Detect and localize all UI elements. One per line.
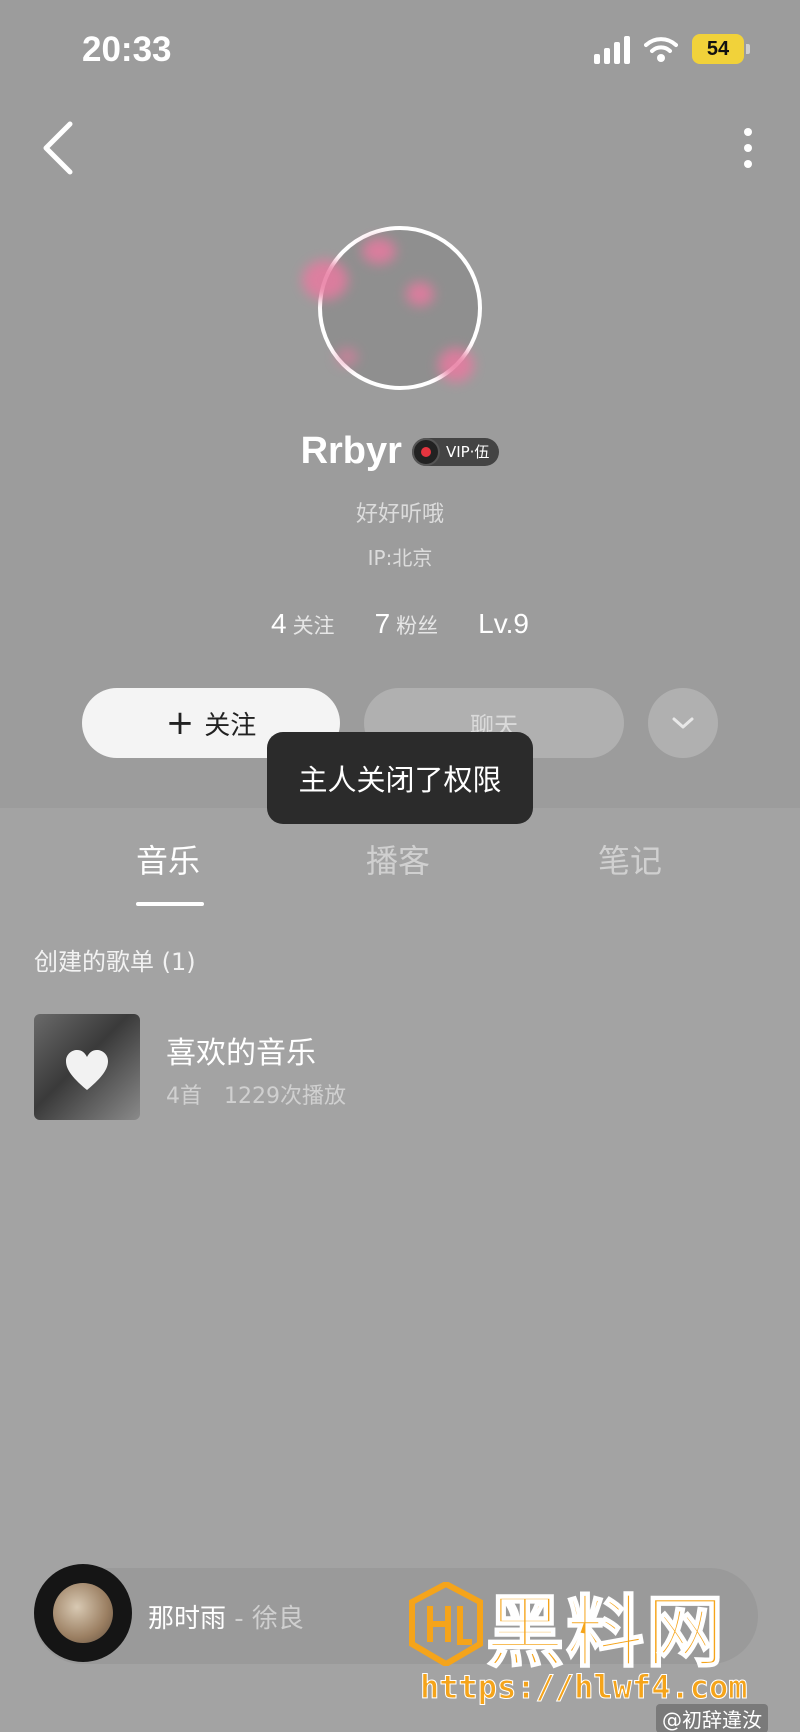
- watermark-title: 黑料网: [485, 1587, 727, 1679]
- now-playing: 那时雨 - 徐良: [148, 1598, 304, 1635]
- stat-label: 粉丝: [396, 614, 439, 638]
- tab-music[interactable]: 音乐: [136, 836, 200, 882]
- vip-badge[interactable]: VIP·伍: [411, 437, 500, 466]
- back-arrow-icon[interactable]: [36, 118, 84, 178]
- battery-indicator: 54: [692, 34, 750, 64]
- stat-number: Lv.9: [478, 608, 529, 639]
- stat-level[interactable]: Lv.9: [478, 608, 529, 640]
- watermark-url: https://hlwf4.com: [420, 1668, 749, 1707]
- signal-icon: [594, 34, 630, 64]
- song-title: 那时雨: [148, 1604, 227, 1634]
- song-artist: - 徐良: [226, 1604, 304, 1634]
- tab-podcast[interactable]: 播客: [366, 836, 430, 882]
- playlist-name: 喜欢的音乐: [166, 1036, 316, 1071]
- avatar[interactable]: [302, 226, 482, 390]
- tab-notes[interactable]: 笔记: [598, 836, 662, 882]
- plus-icon: +: [165, 703, 195, 743]
- more-vertical-icon[interactable]: [732, 124, 764, 172]
- stats-row: 4 关注 7 粉丝 Lv.9: [0, 608, 800, 640]
- heart-icon: [66, 1050, 108, 1090]
- status-time: 20:33: [82, 30, 172, 69]
- toast-message: 主人关闭了权限: [267, 732, 533, 824]
- profile-header-background: [0, 0, 800, 808]
- signature: 好好听哦: [355, 502, 444, 527]
- ip-location: IP:北京: [367, 546, 433, 570]
- tab-bar: 音乐 播客 笔记: [0, 836, 800, 906]
- vinyl-icon: [411, 437, 440, 466]
- album-art: [53, 1583, 113, 1643]
- vinyl-icon[interactable]: [34, 1564, 132, 1662]
- stat-label: 关注: [292, 614, 335, 638]
- active-tab-indicator: [136, 902, 204, 906]
- wifi-icon: [644, 37, 678, 62]
- username-row: Rrbyr VIP·伍: [0, 430, 800, 473]
- section-title: 创建的歌单 (1): [34, 948, 196, 976]
- playlist-meta: 4首 1229次播放: [166, 1078, 346, 1110]
- watermark-handle: @初辞違汝: [656, 1704, 768, 1732]
- playlist-item[interactable]: 喜欢的音乐 4首 1229次播放: [34, 1014, 774, 1120]
- more-options-button[interactable]: [648, 688, 718, 758]
- username: Rrbyr: [300, 430, 402, 472]
- watermark: 黑料网 https://hlwf4.com @初辞違汝: [400, 1570, 800, 1732]
- status-icons: 54: [594, 34, 750, 64]
- playlist-cover: [34, 1014, 140, 1120]
- playlist-plays: 1229次播放: [224, 1084, 346, 1109]
- chevron-down-icon: [672, 717, 694, 729]
- stat-number: 7: [374, 608, 391, 639]
- stat-following[interactable]: 4 关注: [271, 608, 335, 640]
- stat-followers[interactable]: 7 粉丝: [375, 608, 439, 640]
- vip-label: VIP·伍: [445, 443, 490, 461]
- playlist-count: 4首: [166, 1084, 202, 1109]
- follow-label: 关注: [204, 710, 257, 741]
- watermark-logo: [409, 1582, 483, 1666]
- stat-number: 4: [270, 608, 287, 639]
